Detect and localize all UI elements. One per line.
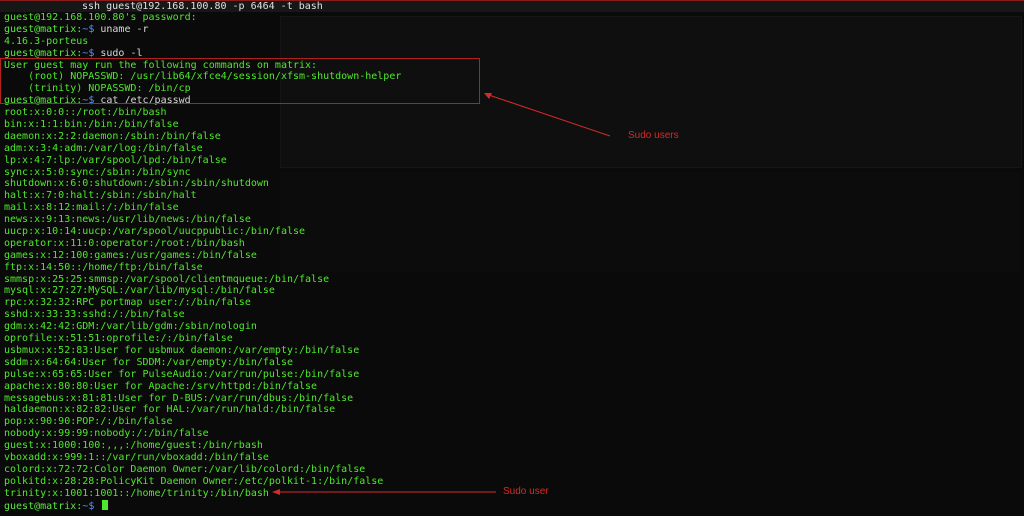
sudo-user-arrowhead [272, 489, 280, 495]
sudo-user-label: Sudo user [503, 486, 549, 497]
sudo-users-label: Sudo users [628, 130, 679, 141]
sudo-users-arrow [485, 93, 611, 137]
annotation-arrows [272, 93, 611, 495]
terminal-area[interactable]: guest@192.168.100.80's password: guest@ma… [0, 12, 1024, 516]
